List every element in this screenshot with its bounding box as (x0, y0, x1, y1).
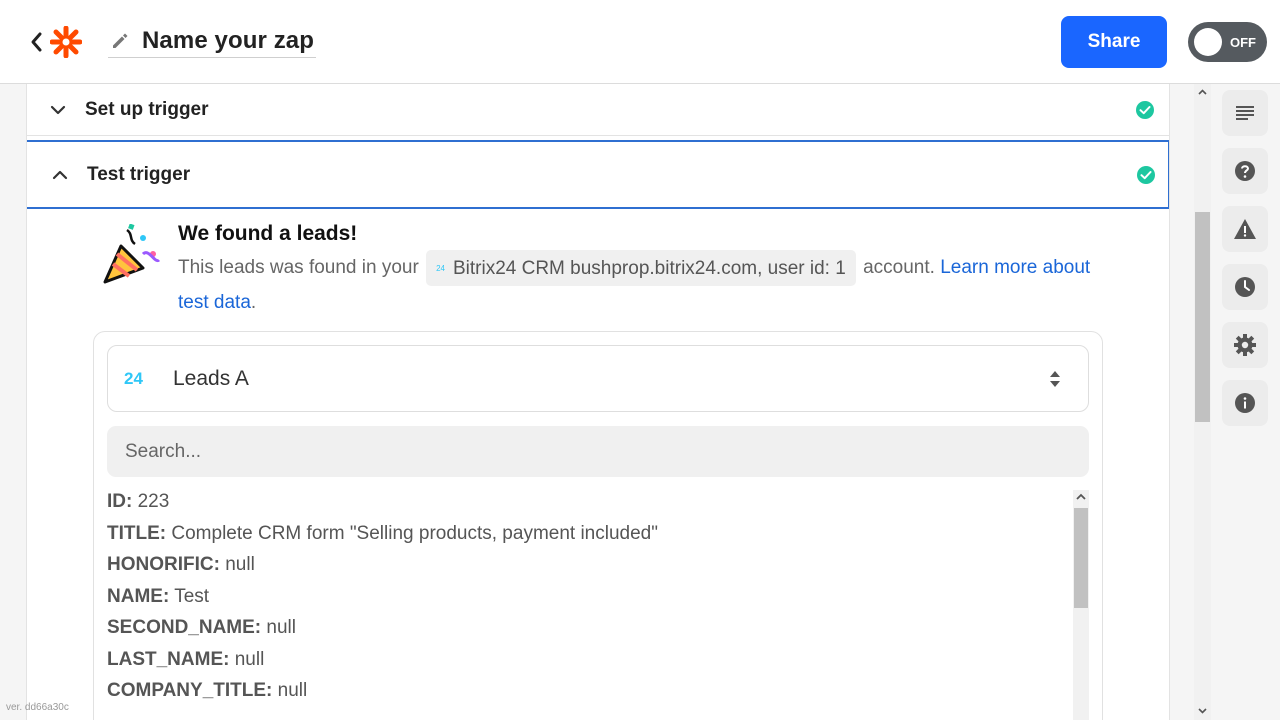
account-chip-text: Bitrix24 CRM bushprop.bitrix24.com, user… (452, 257, 846, 279)
step-title: Set up trigger (85, 98, 209, 120)
editor-panel: Set up trigger Test trigger We found a l… (26, 84, 1170, 720)
record-select-value: Leads A (173, 366, 249, 390)
notes-button[interactable] (1222, 90, 1268, 136)
pencil-icon (108, 29, 132, 53)
check-circle-icon (1137, 165, 1155, 184)
toggle-knob (1194, 28, 1222, 56)
step-set-up-trigger[interactable]: Set up trigger (27, 84, 1169, 136)
field-row: ID: 223 (107, 491, 170, 512)
search-input[interactable] (107, 426, 1089, 477)
back-button[interactable] (24, 28, 48, 56)
page-scrollbar[interactable] (1194, 84, 1211, 720)
scroll-down-icon[interactable] (1198, 706, 1207, 715)
settings-icon (1234, 334, 1256, 356)
sort-arrows-icon (1050, 371, 1060, 387)
bitrix24-icon: 24 (124, 368, 143, 388)
record-select[interactable]: 24 Leads A (107, 345, 1089, 412)
chevron-up-icon (52, 170, 68, 179)
found-description: This leads was found in your 24 Bitrix24… (178, 250, 1118, 319)
scroll-up-icon[interactable] (1198, 88, 1207, 97)
chevron-down-icon (50, 105, 66, 114)
toggle-label: OFF (1230, 35, 1256, 50)
found-text-after: account. (863, 257, 935, 279)
field-row: NAME: Test (107, 585, 210, 607)
zap-on-off-toggle[interactable]: OFF (1188, 22, 1267, 62)
settings-button[interactable] (1222, 322, 1268, 368)
version-label: ver. dd66a30c (6, 702, 69, 713)
field-row: TITLE: Complete CRM form "Selling produc… (107, 522, 658, 544)
help-button[interactable] (1222, 148, 1268, 194)
field-row: HONORIFIC: null (107, 554, 255, 575)
info-icon (1235, 393, 1255, 413)
scrollbar-thumb[interactable] (1195, 212, 1210, 422)
field-row: COMPANY_TITLE: null (107, 680, 308, 701)
bitrix24-icon: 24 (436, 263, 445, 273)
chevron-left-icon (31, 32, 42, 52)
share-button[interactable]: Share (1061, 16, 1167, 68)
zap-name-text: Name your zap (142, 26, 315, 54)
history-icon (1235, 277, 1255, 297)
history-button[interactable] (1222, 264, 1268, 310)
step-test-trigger[interactable]: Test trigger (27, 140, 1169, 209)
record-fields-list: ID: 223 TITLE: Complete CRM form "Sellin… (107, 491, 1067, 712)
alerts-button[interactable] (1222, 206, 1268, 252)
check-circle-icon (1136, 100, 1154, 119)
zap-name-field[interactable]: Name your zap (108, 24, 317, 58)
field-row: LAST_NAME: null (107, 648, 265, 670)
top-header: Name your zap Share OFF (0, 0, 1280, 84)
scroll-up-icon[interactable] (1076, 492, 1086, 502)
found-text-before: This leads was found in your (178, 257, 419, 279)
help-icon (1235, 161, 1255, 181)
scrollbar-thumb[interactable] (1074, 508, 1088, 608)
fields-scrollbar[interactable] (1073, 490, 1089, 720)
found-title: We found a leads! (178, 222, 358, 245)
alert-icon (1234, 219, 1256, 239)
notes-icon (1236, 106, 1254, 120)
account-chip: 24 Bitrix24 CRM bushprop.bitrix24.com, u… (426, 250, 856, 286)
zapier-logo[interactable] (50, 26, 82, 58)
field-row: SECOND_NAME: null (107, 617, 296, 638)
info-button[interactable] (1222, 380, 1268, 426)
step-title: Test trigger (87, 163, 191, 185)
found-period: . (250, 292, 257, 313)
party-popper-icon (103, 224, 161, 284)
